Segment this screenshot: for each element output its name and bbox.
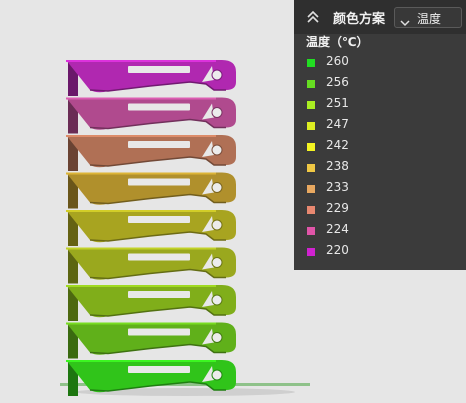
legend-swatch: [307, 206, 315, 214]
segment-hole: [211, 294, 223, 306]
legend-value: 256: [326, 75, 349, 89]
legend-value: 242: [326, 138, 349, 152]
legend-item: 242: [294, 137, 466, 158]
segment-hole: [211, 182, 223, 193]
segment-highlight: [66, 172, 216, 175]
segment-highlight: [66, 210, 216, 212]
legend-value: 229: [326, 201, 349, 215]
legend-heading: 温度（℃）: [306, 35, 369, 49]
segment-slot: [128, 66, 190, 73]
tower-segment: [66, 172, 236, 209]
segment-slot: [128, 291, 190, 298]
segment-highlight: [66, 247, 216, 250]
segment-slot: [128, 216, 190, 223]
legend-swatch: [307, 143, 315, 151]
legend-value: 220: [326, 243, 349, 257]
legend-item: 224: [294, 221, 466, 242]
segment-highlight: [66, 97, 216, 100]
segment-slot: [128, 366, 190, 373]
double-chevron-up-icon[interactable]: [304, 8, 322, 26]
legend-item: 260: [294, 53, 466, 74]
color-scheme-panel: 颜色方案 温度 温度（℃） 260 256 251 247 242 238 233 229 22…: [294, 0, 466, 270]
segment-slot: [128, 141, 190, 148]
legend-swatch: [307, 101, 315, 109]
segment-hole: [211, 69, 223, 81]
select-value: 温度: [417, 12, 442, 26]
segment-slot: [128, 253, 190, 261]
legend-item: 251: [294, 95, 466, 116]
legend-item: 229: [294, 200, 466, 221]
legend-swatch: [307, 227, 315, 235]
legend-value: 247: [326, 117, 349, 131]
segment-hole: [211, 257, 223, 268]
color-scheme-select[interactable]: 温度: [394, 7, 462, 28]
legend-swatch: [307, 164, 315, 172]
legend-item: 256: [294, 74, 466, 95]
legend-swatch: [307, 59, 315, 67]
tower-segment: [66, 285, 236, 321]
legend-swatch: [307, 185, 315, 193]
segment-hole: [211, 144, 223, 156]
segment-slot: [128, 103, 190, 111]
tower-segment: [66, 322, 236, 359]
legend-swatch: [307, 80, 315, 88]
segment-highlight: [66, 285, 216, 287]
segment-hole: [211, 107, 223, 118]
legend-list: 260 256 251 247 242 238 233 229 224 220: [294, 53, 466, 263]
legend-item: 247: [294, 116, 466, 137]
legend-value: 224: [326, 222, 349, 236]
segment-hole: [211, 219, 223, 231]
legend-value: 238: [326, 159, 349, 173]
chevron-down-icon: [399, 13, 411, 27]
segment-highlight: [66, 322, 216, 325]
segment-highlight: [66, 135, 216, 137]
segment-hole: [211, 332, 223, 343]
legend-item: 238: [294, 158, 466, 179]
legend-swatch: [307, 122, 315, 130]
tower-segment: [66, 135, 236, 171]
legend-swatch: [307, 248, 315, 256]
tower-segment: [66, 60, 236, 96]
panel-title: 颜色方案: [333, 12, 386, 27]
segment-slot: [128, 178, 190, 186]
legend-value: 260: [326, 54, 349, 68]
legend-value: 251: [326, 96, 349, 110]
tower-segment: [66, 97, 236, 134]
legend-item: 233: [294, 179, 466, 200]
legend-item: 220: [294, 242, 466, 263]
legend-value: 233: [326, 180, 349, 194]
tower-segment: [66, 247, 236, 284]
panel-header: 颜色方案 温度: [294, 0, 466, 34]
tower-segment: [66, 210, 236, 246]
segment-hole: [211, 369, 223, 381]
segment-highlight: [66, 360, 216, 362]
segment-highlight: [66, 60, 216, 62]
segment-slot: [128, 328, 190, 336]
